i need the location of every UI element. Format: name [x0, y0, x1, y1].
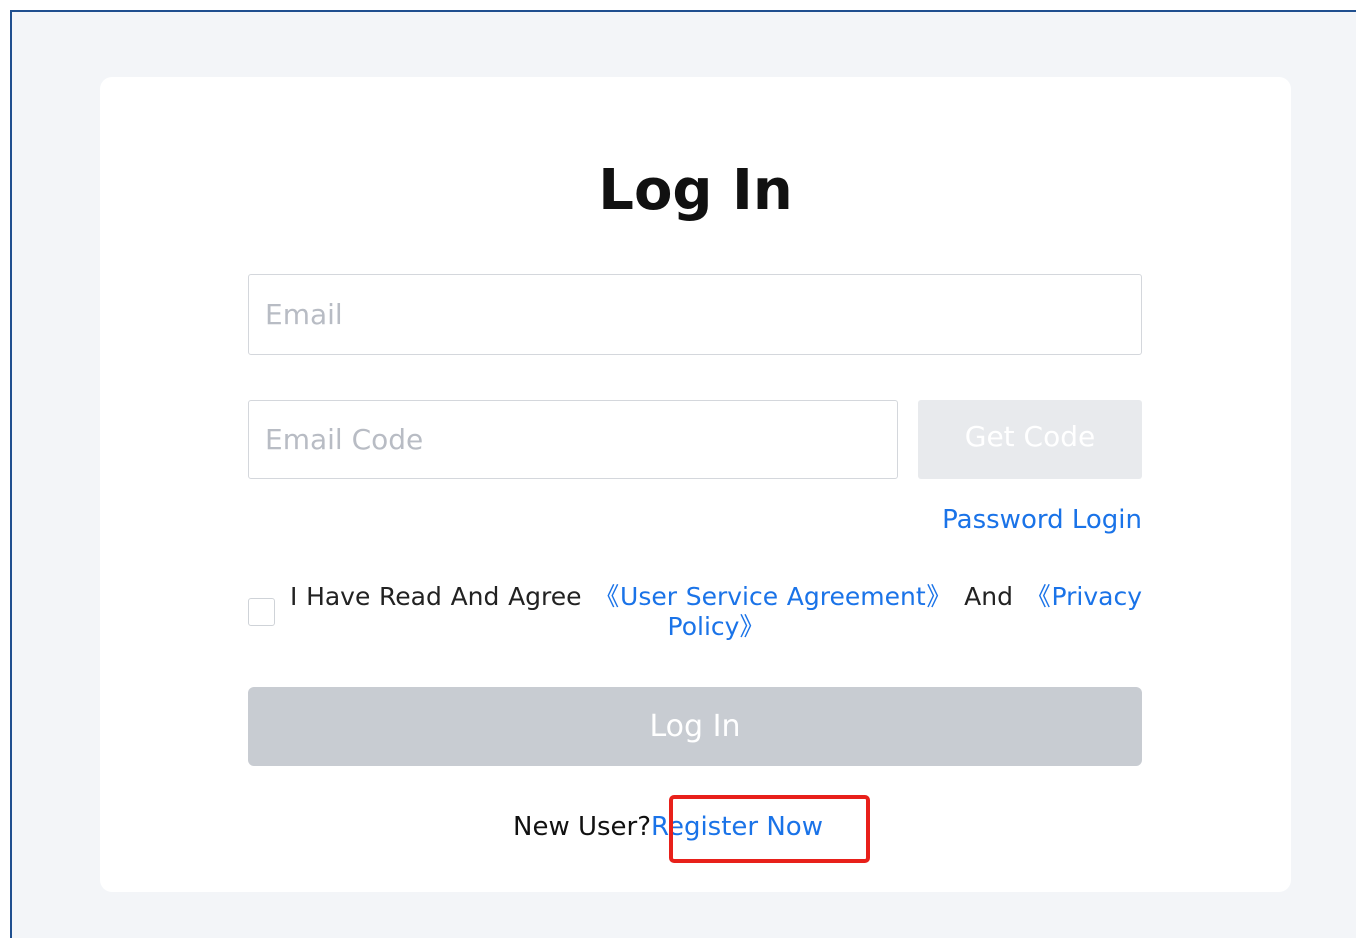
register-now-link[interactable]: Register Now	[651, 812, 823, 842]
password-login-link[interactable]: Password Login	[942, 505, 1142, 535]
user-service-agreement-link[interactable]: 《User Service Agreement》	[594, 582, 953, 611]
agreement-checkbox[interactable]	[248, 598, 275, 626]
login-button[interactable]: Log In	[248, 687, 1142, 766]
agreement-prefix: I Have Read And Agree	[290, 582, 582, 611]
get-code-button[interactable]: Get Code	[918, 400, 1142, 479]
email-field[interactable]	[248, 274, 1142, 355]
agreement-row: I Have Read And Agree 《User Service Agree…	[248, 582, 1142, 652]
register-row: New User?Register Now	[0, 812, 1356, 842]
email-code-field[interactable]	[248, 400, 898, 479]
agreement-conjunction: And	[964, 582, 1013, 611]
agreement-text: I Have Read And Agree 《User Service Agree…	[290, 582, 1142, 642]
page-title: Log In	[598, 158, 793, 223]
new-user-text: New User?	[513, 812, 652, 842]
